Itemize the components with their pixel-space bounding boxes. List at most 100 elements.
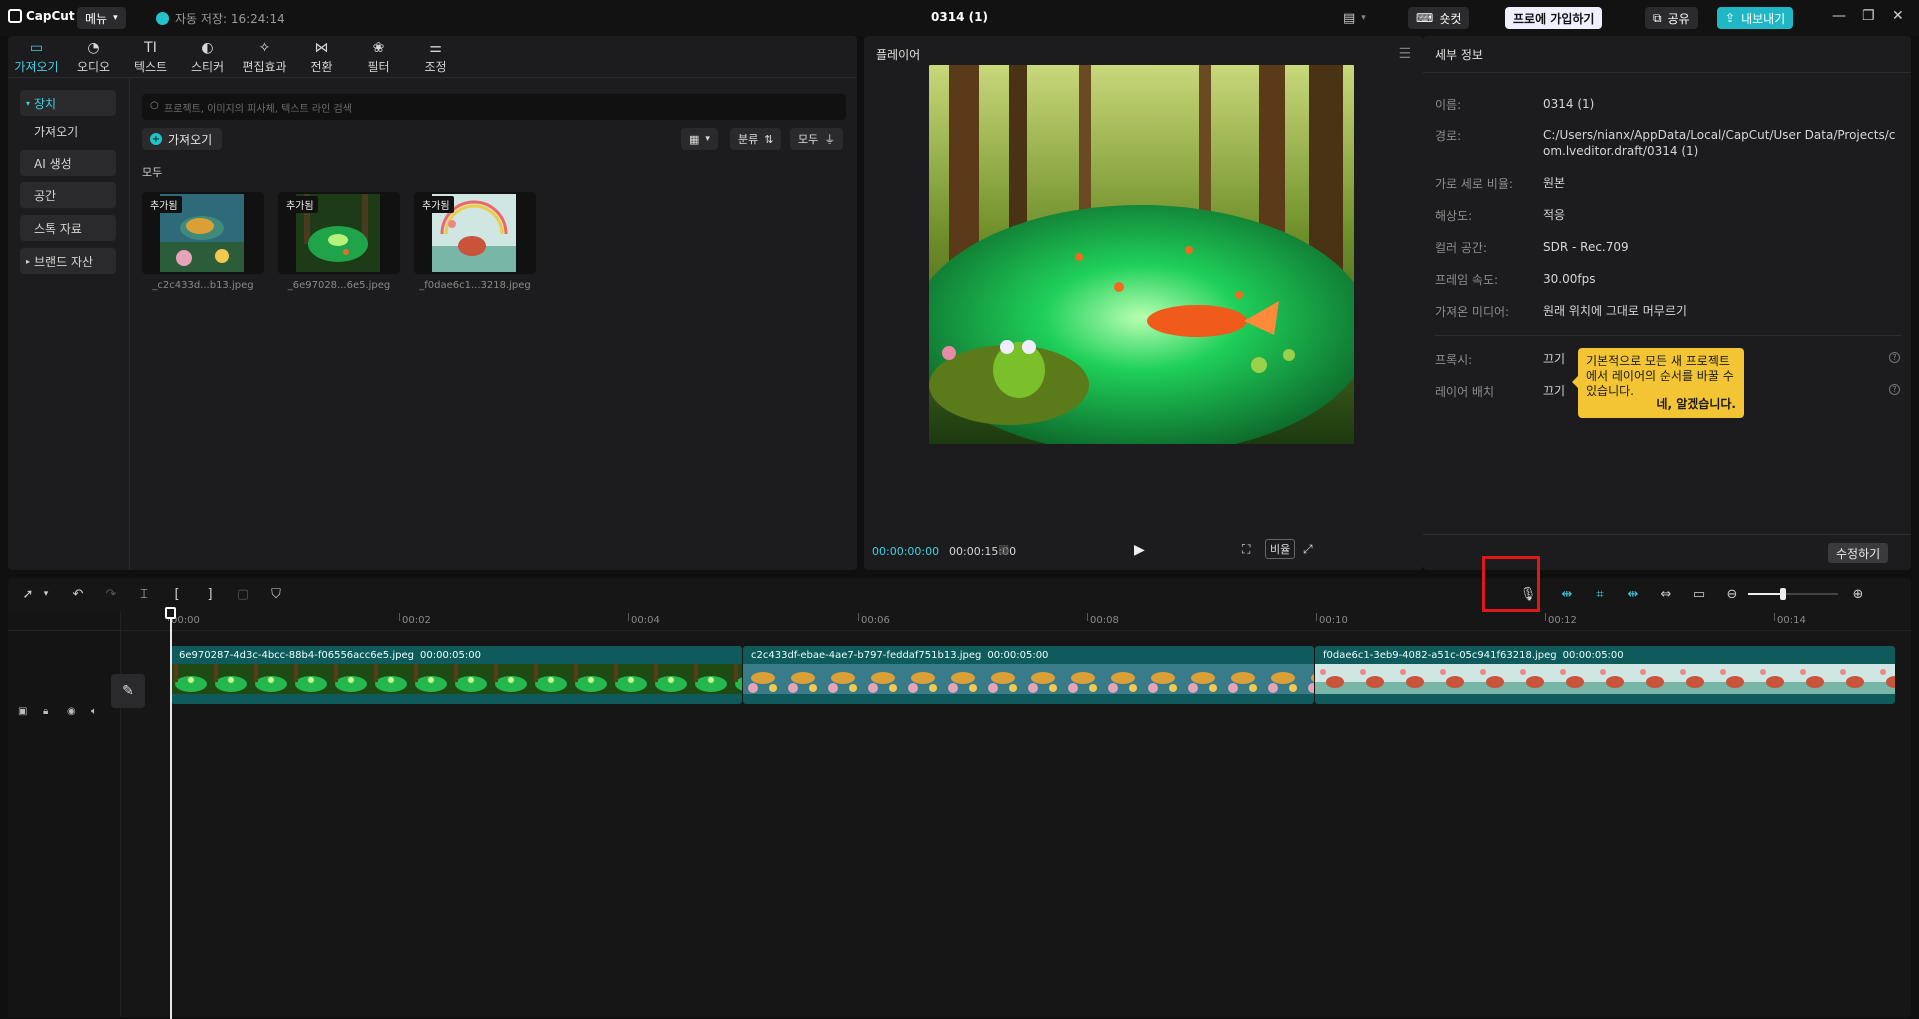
detail-label-aspect: 가로 세로 비율: xyxy=(1435,177,1513,191)
aspect-ratio-button[interactable]: 비율 xyxy=(1265,539,1296,559)
menu-button[interactable]: 메뉴 ▾ xyxy=(77,7,126,29)
fit-screen-icon[interactable]: ⛶ xyxy=(1242,542,1250,557)
close-icon[interactable]: ✕ xyxy=(1892,8,1904,24)
timeline-clip[interactable]: f0dae6c1-3eb9-4082-a51c-05c941f63218.jpe… xyxy=(1315,646,1895,704)
sidebar-item-stock[interactable]: 스톡 자료 xyxy=(20,215,116,241)
export-button[interactable]: ⇪ 내보내기 xyxy=(1717,7,1794,29)
tab-label: 편집효과 xyxy=(242,59,287,74)
tab-sticker[interactable]: ◐ 스티커 xyxy=(179,36,236,78)
tooltip-ok-button[interactable]: 네, 알겠습니다. xyxy=(1656,397,1736,412)
clip-duration: 00:00:05:00 xyxy=(987,650,1049,661)
timecode-grid-icon[interactable]: ▦ xyxy=(998,542,1009,556)
eye-icon[interactable]: ◉ xyxy=(67,706,76,717)
keyboard-icon: ⌨ xyxy=(1416,11,1434,25)
sort-button[interactable]: 분류 ⇅ xyxy=(730,128,782,150)
filter-button[interactable]: 모두 ⏚ xyxy=(790,128,844,150)
tab-text[interactable]: TI 텍스트 xyxy=(122,36,179,78)
sidebar-item-space[interactable]: 공간 xyxy=(20,182,116,208)
view-mode-button[interactable]: ▦ ▾ xyxy=(681,128,718,150)
check-circle-icon xyxy=(156,12,169,25)
media-search-input[interactable]: ○ 프로젝트, 이미지의 피사체, 텍스트 라인 검색 xyxy=(142,94,846,120)
hamburger-menu-icon[interactable]: ☰ xyxy=(1398,46,1411,62)
audio-tab-icon: ◔ xyxy=(87,39,100,56)
adjust-tab-icon: ⚌ xyxy=(429,39,442,56)
media-thumb[interactable]: 추가됨 xyxy=(414,192,536,274)
preview-canvas[interactable] xyxy=(929,65,1354,444)
playhead-handle[interactable] xyxy=(165,607,176,619)
proxy-toggle-value[interactable]: 끄기 xyxy=(1543,351,1565,367)
chevron-down-icon[interactable]: ▾ xyxy=(40,582,52,606)
minimize-icon[interactable]: — xyxy=(1832,8,1846,24)
tab-adjust[interactable]: ⚌ 조정 xyxy=(407,36,464,78)
media-thumb[interactable]: 추가됨 xyxy=(142,192,264,274)
edit-button[interactable]: 수정하기 xyxy=(1828,543,1889,563)
sidebar-item-import[interactable]: 가져오기 xyxy=(20,118,116,144)
delete-icon[interactable]: ▢ xyxy=(231,582,255,606)
shortcut-button[interactable]: ⌨ 숏컷 xyxy=(1408,7,1470,29)
split-left-icon[interactable]: [ xyxy=(165,582,189,606)
player-title: 플레이어 xyxy=(876,48,921,62)
footer-divider xyxy=(1423,534,1911,535)
search-icon: ○ xyxy=(150,100,159,111)
tick-label: 00:08 xyxy=(1090,615,1119,626)
tab-import[interactable]: ▭ 가져오기 xyxy=(8,36,65,78)
zoom-slider-thumb[interactable] xyxy=(1780,588,1786,600)
redo-icon[interactable]: ↷ xyxy=(99,582,123,606)
timeline-clip[interactable]: c2c433df-ebae-4ae7-b797-feddaf751b13.jpe… xyxy=(743,646,1314,704)
media-panel: ▭ 가져오기 ◔ 오디오 TI 텍스트 ◐ 스티커 ✧ 편집효과 ⋈ 전환 ❀ 필터 ⚌ 조정 … xyxy=(8,36,857,570)
import-button[interactable]: + 가져오기 xyxy=(142,128,223,150)
split-right-icon[interactable]: ] xyxy=(198,582,222,606)
tooltip-text: 기본적으로 모든 새 프로젝트에서 레이어의 순서를 바꿀 수 있습니다. xyxy=(1586,354,1734,398)
layout-button[interactable]: ▤ ▾ xyxy=(1343,7,1366,29)
sidebar-item-device[interactable]: ▾ 장치 xyxy=(20,90,116,116)
help-icon[interactable]: ? xyxy=(1889,352,1900,363)
main-track-magnet-icon[interactable]: ⇹ xyxy=(1555,582,1579,606)
speaker-icon[interactable]: 🔈︎ xyxy=(91,706,97,717)
tab-audio[interactable]: ◔ 오디오 xyxy=(65,36,122,78)
capcut-logo-icon xyxy=(8,9,22,23)
fullscreen-icon[interactable]: ⤢ xyxy=(1303,542,1313,557)
zoom-out-icon[interactable]: ⊖ xyxy=(1720,582,1744,606)
tab-filter[interactable]: ❀ 필터 xyxy=(350,36,407,78)
zoom-in-icon[interactable]: ⊕ xyxy=(1846,582,1870,606)
play-icon[interactable]: ▶ xyxy=(1134,542,1145,558)
timeline-panel: ➚ ▾ ↶ ↷ ⌶ [ ] ▢ ⛉ 🎙 ⇹ ⌗ ⇹ ⇔ ▭ ⊖ ⊕ ▣ 🔒︎ ◉… xyxy=(8,556,1911,1019)
linkage-icon[interactable]: ⇹ xyxy=(1621,582,1645,606)
layer-toggle-value[interactable]: 끄기 xyxy=(1543,383,1565,399)
zoom-slider[interactable] xyxy=(1748,582,1838,606)
tick-mark xyxy=(1316,613,1317,621)
thumbnail-toggle-icon[interactable]: ▭ xyxy=(1687,582,1711,606)
restore-icon[interactable]: ❐ xyxy=(1862,8,1875,24)
sidebar-item-ai-generate[interactable]: AI 생성 xyxy=(20,150,116,176)
clip-duration: 00:00:05:00 xyxy=(419,650,481,661)
sidebar-item-brand-assets[interactable]: ▸ 브랜드 자산 xyxy=(20,248,116,274)
added-badge: 추가됨 xyxy=(282,196,318,213)
lock-icon[interactable]: 🔒︎ xyxy=(43,706,48,717)
auto-snap-icon[interactable]: ⌗ xyxy=(1588,582,1612,606)
media-thumb[interactable]: 추가됨 xyxy=(278,192,400,274)
clip-label: 6e970287-4d3c-4bcc-88b4-f06556acc6e5.jpe… xyxy=(179,650,481,661)
pro-subscribe-button[interactable]: 프로에 가입하기 xyxy=(1505,7,1603,29)
time-ruler[interactable]: 00:00 00:02 00:04 00:06 00:08 00:10 00:1… xyxy=(8,611,1911,631)
cover-edit-button[interactable]: ✎ xyxy=(111,674,145,708)
sidebar-label: 스톡 자료 xyxy=(34,221,82,236)
share-button[interactable]: ⧉ 공유 xyxy=(1645,7,1698,29)
timeline-clip[interactable]: 6e970287-4d3c-4bcc-88b4-f06556acc6e5.jpe… xyxy=(171,646,742,704)
shield-icon[interactable]: ⛉ xyxy=(264,582,288,606)
detail-value-imported-media: 원래 위치에 그대로 머무르기 xyxy=(1543,304,1687,318)
undo-icon[interactable]: ↶ xyxy=(66,582,90,606)
zoom-slider-fill xyxy=(1748,593,1782,595)
tab-transition[interactable]: ⋈ 전환 xyxy=(293,36,350,78)
filter-label: 모두 xyxy=(798,133,819,146)
playhead-line[interactable] xyxy=(170,609,172,1019)
track-cover-icon[interactable]: ▣ xyxy=(18,706,27,717)
preview-axis-icon[interactable]: ⇔ xyxy=(1654,582,1678,606)
select-cursor-icon[interactable]: ➚ xyxy=(16,582,40,606)
thumb-filename: _f0dae6c1...3218.jpeg xyxy=(419,280,531,291)
import-label: 가져오기 xyxy=(168,132,213,147)
tab-effects[interactable]: ✧ 편집효과 xyxy=(236,36,293,78)
detail-label-layer: 레이어 배치 xyxy=(1435,385,1495,399)
split-icon[interactable]: ⌶ xyxy=(132,582,156,606)
help-icon[interactable]: ? xyxy=(1889,384,1900,395)
detail-label-framerate: 프레임 속도: xyxy=(1435,273,1499,287)
